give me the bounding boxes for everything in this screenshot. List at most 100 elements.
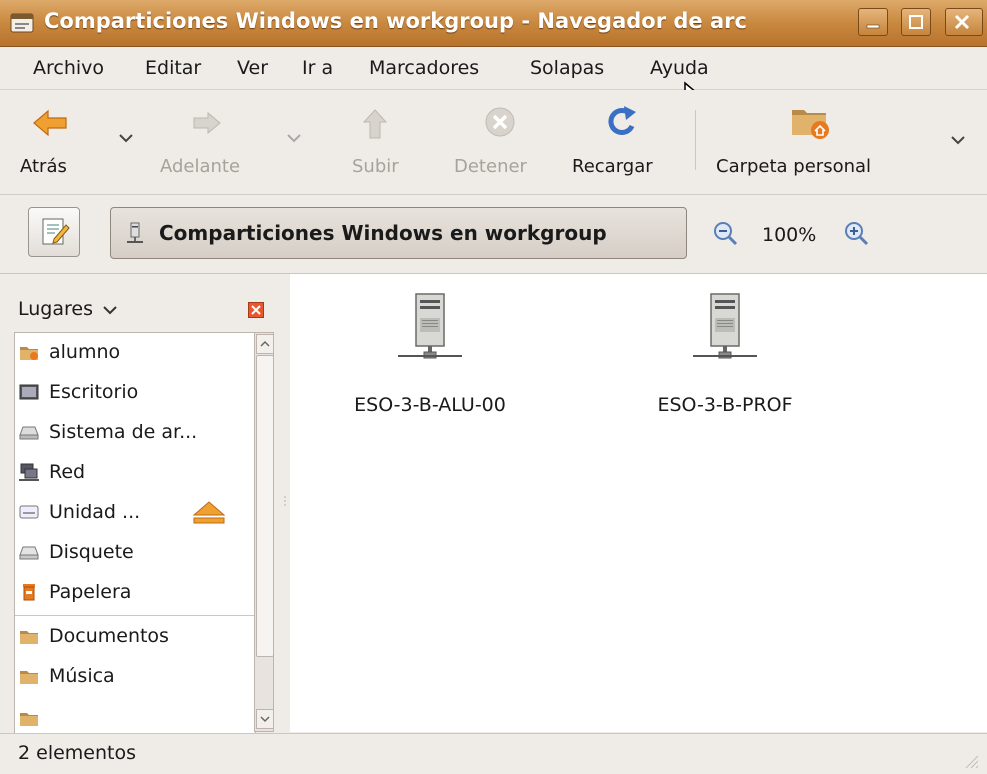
zoom-out-icon[interactable] <box>712 220 740 248</box>
sidebar-item-papelera[interactable]: Papelera <box>15 573 255 613</box>
resize-grip-icon[interactable] <box>962 752 980 770</box>
folder-icon <box>20 631 38 644</box>
desktop-icon <box>19 384 39 400</box>
up-button[interactable]: Subir <box>342 100 412 185</box>
forward-arrow-icon <box>193 111 221 135</box>
forward-button[interactable]: Adelante <box>150 100 270 185</box>
maximize-icon <box>909 15 923 29</box>
places-selector[interactable]: Lugares <box>18 298 117 320</box>
sidebar-item-label: Escritorio <box>49 381 139 403</box>
menu-ver[interactable]: Ver <box>237 57 268 79</box>
sidebar-separator <box>15 615 255 616</box>
sidebar-item-label: Documentos <box>49 625 169 647</box>
title-bar[interactable]: Comparticiones Windows en workgroup - Na… <box>0 0 987 47</box>
close-icon <box>954 14 970 30</box>
edit-note-icon <box>42 218 70 245</box>
status-bar: 2 elementos <box>0 733 987 774</box>
server-icon <box>398 293 462 359</box>
toggle-location-entry-button[interactable] <box>28 207 80 257</box>
reload-label: Recargar <box>572 156 653 177</box>
forward-label: Adelante <box>160 156 241 177</box>
app-icon <box>10 11 34 35</box>
path-label: Comparticiones Windows en workgroup <box>159 221 607 245</box>
toolbar-separator <box>695 110 696 170</box>
sidebar-item-label: Sistema de ar... <box>49 421 198 443</box>
close-sidebar-icon[interactable] <box>248 302 264 318</box>
path-breadcrumb-button[interactable]: Comparticiones Windows en workgroup <box>110 207 687 259</box>
up-label: Subir <box>352 156 399 177</box>
status-text: 2 elementos <box>18 742 136 764</box>
sidebar-item-unidad[interactable]: Unidad ... <box>15 493 255 533</box>
item-label: ESO-3-B-PROF <box>657 394 793 416</box>
sidebar-item-red[interactable]: Red <box>15 453 255 493</box>
chevron-down-icon <box>103 306 117 315</box>
home-folder-icon <box>792 110 829 139</box>
menu-solapas[interactable]: Solapas <box>530 57 604 79</box>
menu-marcadores[interactable]: Marcadores <box>369 57 479 79</box>
trash-icon <box>23 584 35 601</box>
sidebar-item-documentos[interactable]: Documentos <box>15 617 255 657</box>
chevron-up-icon <box>260 340 270 347</box>
sidebar: Lugares alumno Escritorio Sistema de ar.… <box>0 274 276 734</box>
minimize-button[interactable] <box>858 8 888 36</box>
places-list: alumno Escritorio Sistema de ar... Red U… <box>14 332 256 734</box>
home-folder-label: Carpeta personal <box>716 156 872 177</box>
scroll-down-button[interactable] <box>256 709 274 729</box>
sidebar-item-musica[interactable]: Música <box>15 657 255 697</box>
sidebar-scrollbar[interactable] <box>254 332 274 732</box>
home-folder-icon <box>20 347 38 360</box>
sidebar-item-label: Unidad ... <box>49 501 141 523</box>
zoom-in-icon[interactable] <box>843 220 871 248</box>
sidebar-item-label: Red <box>49 461 86 483</box>
window-title: Comparticiones Windows en workgroup - Na… <box>44 9 747 33</box>
sidebar-header: Lugares <box>14 284 266 326</box>
drive-icon <box>19 426 39 440</box>
sidebar-item-label: Papelera <box>49 581 132 603</box>
server-icon <box>693 293 757 359</box>
sidebar-item-alumno[interactable]: alumno <box>15 333 255 373</box>
network-icon <box>19 463 39 481</box>
menu-ir-a[interactable]: Ir a <box>302 57 333 79</box>
location-bar: Comparticiones Windows en workgroup 100% <box>0 195 987 274</box>
item-label: ESO-3-B-ALU-00 <box>354 394 506 416</box>
menu-editar[interactable]: Editar <box>145 57 201 79</box>
network-item-eso-3-b-prof[interactable]: ESO-3-B-PROF <box>605 288 845 428</box>
close-button[interactable] <box>945 8 983 36</box>
forward-history-chevron-icon[interactable] <box>286 132 302 144</box>
up-arrow-icon <box>362 109 388 139</box>
scroll-thumb[interactable] <box>256 355 274 657</box>
stop-button[interactable]: Detener <box>448 100 558 185</box>
back-arrow-icon <box>33 109 67 137</box>
menu-archivo[interactable]: Archivo <box>33 57 104 79</box>
sidebar-item-escritorio[interactable]: Escritorio <box>15 373 255 413</box>
zoom-level[interactable]: 100% <box>762 224 816 246</box>
back-label: Atrás <box>20 156 67 177</box>
folder-icon <box>20 713 38 726</box>
file-view[interactable]: ESO-3-B-ALU-00 ESO-3-B-PROF <box>290 274 987 732</box>
back-button[interactable]: Atrás <box>14 100 104 185</box>
toolbar-overflow-chevron-icon[interactable] <box>950 134 966 146</box>
menu-ayuda[interactable]: Ayuda <box>650 57 709 79</box>
home-folder-button[interactable]: Carpeta personal <box>712 100 922 185</box>
maximize-button[interactable] <box>901 8 931 36</box>
scroll-up-button[interactable] <box>256 334 274 354</box>
sidebar-item-label: alumno <box>49 341 121 363</box>
sidebar-item-sistema-de-archivos[interactable]: Sistema de ar... <box>15 413 255 453</box>
sidebar-item-label: Disquete <box>49 541 134 563</box>
chevron-down-icon <box>260 716 270 723</box>
places-selector-label: Lugares <box>18 298 93 320</box>
menu-bar: Archivo Editar Ver Ir a Marcadores Solap… <box>0 47 987 111</box>
minimize-icon <box>866 24 880 29</box>
back-history-chevron-icon[interactable] <box>118 132 134 144</box>
reload-button[interactable]: Recargar <box>570 100 680 185</box>
sidebar-item-disquete[interactable]: Disquete <box>15 533 255 573</box>
pane-resize-handle[interactable] <box>280 274 290 732</box>
eject-icon[interactable] <box>191 499 227 525</box>
reload-icon <box>608 106 636 135</box>
sidebar-item-partial[interactable] <box>15 699 255 733</box>
sidebar-item-label: Música <box>49 665 115 687</box>
stop-icon <box>485 107 515 137</box>
floppy-icon <box>19 546 39 560</box>
network-item-eso-3-b-alu-00[interactable]: ESO-3-B-ALU-00 <box>310 288 550 428</box>
network-server-small-icon <box>127 222 143 243</box>
